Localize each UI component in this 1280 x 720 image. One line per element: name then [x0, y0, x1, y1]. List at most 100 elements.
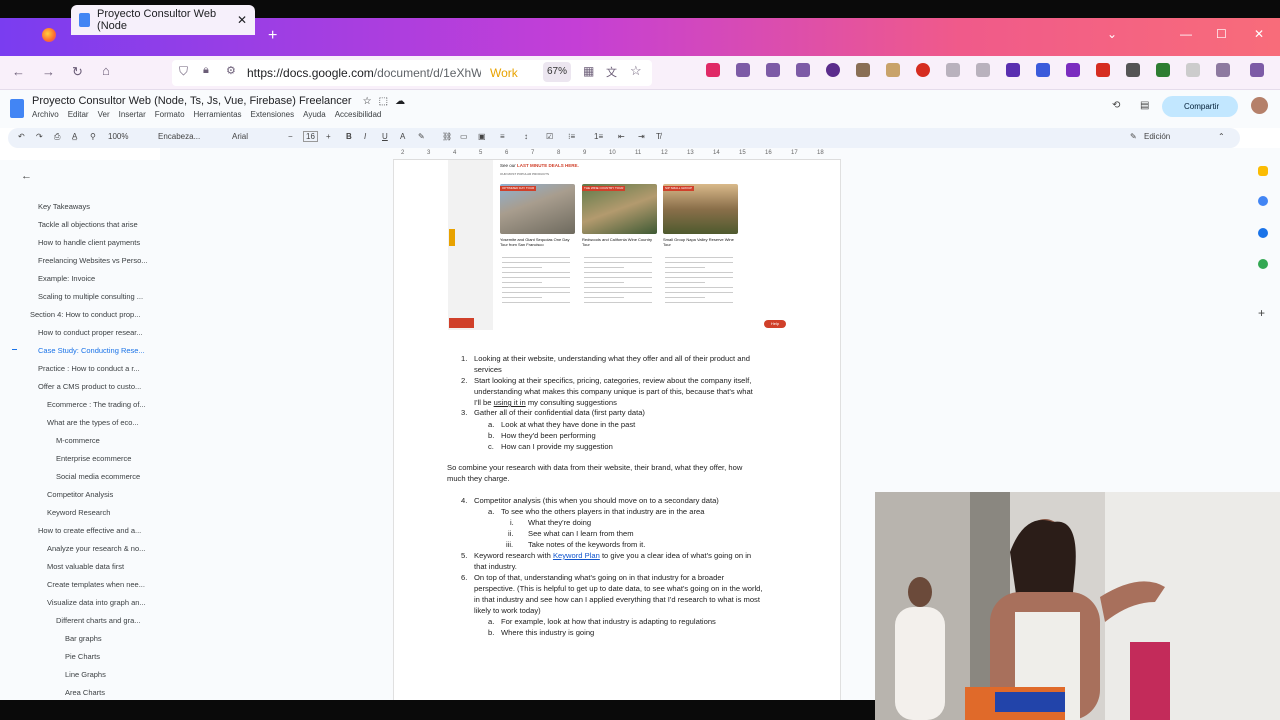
- outline-item[interactable]: Example: Invoice: [38, 274, 158, 283]
- lock-icon[interactable]: 🔒︎: [203, 64, 209, 77]
- menu-ayuda[interactable]: Ayuda: [303, 110, 326, 119]
- zoom-level[interactable]: 67%: [543, 62, 571, 82]
- italic-icon[interactable]: I: [364, 132, 366, 141]
- outline-item[interactable]: Line Graphs: [65, 670, 158, 679]
- line-spacing-icon[interactable]: ↕: [524, 132, 528, 141]
- outline-item[interactable]: Most valuable data first: [47, 562, 158, 571]
- minimize-icon[interactable]: —: [1180, 27, 1192, 41]
- increase-indent-icon[interactable]: ⇥: [638, 132, 645, 141]
- collapse-toolbar-icon[interactable]: ⌃: [1218, 132, 1225, 141]
- highlight-icon[interactable]: ✎: [418, 132, 425, 141]
- sidebar-icon[interactable]: [796, 63, 810, 77]
- menu-formato[interactable]: Formato: [155, 110, 185, 119]
- outline-item[interactable]: Key Takeaways: [38, 202, 158, 211]
- home-icon[interactable]: ⌂: [102, 63, 110, 78]
- font-select[interactable]: Arial: [232, 132, 248, 141]
- menu-insertar[interactable]: Insertar: [119, 110, 146, 119]
- outline-item[interactable]: Case Study: Conducting Rese...: [38, 346, 158, 355]
- star-icon[interactable]: ☆: [363, 96, 372, 107]
- extension-screenshot-icon[interactable]: [856, 63, 870, 77]
- clear-format-icon[interactable]: T̸: [656, 132, 661, 141]
- checklist-icon[interactable]: ☑: [546, 132, 553, 141]
- translate-icon[interactable]: 文: [606, 64, 617, 80]
- decrease-indent-icon[interactable]: ⇤: [618, 132, 625, 141]
- outline-item[interactable]: Competitor Analysis: [47, 490, 158, 499]
- extensions-icon[interactable]: [1216, 63, 1230, 77]
- bullet-list-icon[interactable]: ⁝≡: [568, 132, 575, 141]
- image-icon[interactable]: ▣: [478, 132, 486, 141]
- firefox-icon[interactable]: [42, 28, 56, 42]
- outline-item[interactable]: Analyze your research & no...: [47, 544, 158, 553]
- reload-icon[interactable]: ↻: [72, 64, 83, 80]
- style-select[interactable]: Encabeza...: [158, 132, 200, 141]
- menu-archivo[interactable]: Archivo: [32, 110, 59, 119]
- shield-icon[interactable]: ⛉: [179, 64, 188, 79]
- outline-item[interactable]: Freelancing Websites vs Perso...: [38, 256, 158, 265]
- tasks-icon[interactable]: [1258, 196, 1268, 206]
- underline-icon[interactable]: U: [382, 132, 388, 141]
- outline-item[interactable]: How to handle client payments: [38, 238, 158, 247]
- browser-tab-active[interactable]: Proyecto Consultor Web (Node ✕: [71, 5, 255, 35]
- outline-item[interactable]: Enterprise ecommerce: [56, 454, 158, 463]
- extension-puzzle-icon[interactable]: [946, 63, 960, 77]
- print-icon[interactable]: ⎙: [54, 132, 60, 142]
- extension-green-icon[interactable]: [1156, 63, 1170, 77]
- app-menu-icon[interactable]: [1250, 63, 1264, 77]
- ruler[interactable]: 2 3 4 5 6 7 8 9 10 11 12 13 14 15 16 17 18: [393, 150, 841, 160]
- extension-gray-icon[interactable]: [1186, 63, 1200, 77]
- font-size-input[interactable]: 16: [303, 131, 318, 142]
- numbered-list-icon[interactable]: 1≡: [594, 132, 603, 141]
- back-icon[interactable]: ←: [12, 64, 25, 79]
- extension-box-icon[interactable]: [886, 63, 900, 77]
- extension-grid-icon[interactable]: [1006, 63, 1020, 77]
- keyword-plan-link[interactable]: Keyword Plan: [553, 551, 600, 560]
- extension-off-icon[interactable]: [1126, 63, 1140, 77]
- outline-item[interactable]: How to conduct proper resear...: [38, 328, 158, 337]
- add-addon-icon[interactable]: +: [1258, 307, 1265, 319]
- outline-item[interactable]: Social media ecommerce: [56, 472, 158, 481]
- font-size-increase-icon[interactable]: +: [326, 132, 331, 141]
- pocket-icon[interactable]: [706, 63, 720, 77]
- outline-item[interactable]: Ecommerce : The trading of...: [47, 400, 158, 409]
- undo-icon[interactable]: ↶: [18, 132, 25, 141]
- menu-accesibilidad[interactable]: Accesibilidad: [335, 110, 382, 119]
- align-icon[interactable]: ≡: [500, 132, 505, 141]
- downloads-icon[interactable]: [736, 63, 750, 77]
- extension-translate-icon[interactable]: [1036, 63, 1050, 77]
- docs-logo-icon[interactable]: [10, 99, 24, 118]
- text-color-icon[interactable]: A: [400, 132, 405, 141]
- outline-item[interactable]: Create templates when nee...: [47, 580, 158, 589]
- comments-icon[interactable]: ▤: [1140, 100, 1149, 111]
- maximize-icon[interactable]: ☐: [1216, 27, 1227, 41]
- comment-icon[interactable]: ▭: [460, 132, 468, 141]
- outline-item[interactable]: Practice : How to conduct a r...: [38, 364, 158, 373]
- new-tab-icon[interactable]: +: [268, 27, 277, 45]
- paint-format-icon[interactable]: ⚲: [90, 132, 96, 141]
- extension-e-icon[interactable]: [826, 63, 840, 77]
- outline-item[interactable]: What are the types of eco...: [47, 418, 158, 427]
- font-size-decrease-icon[interactable]: −: [288, 132, 293, 141]
- zoom-select[interactable]: 100%: [108, 132, 128, 141]
- outline-item[interactable]: Keyword Research: [47, 508, 158, 517]
- outline-item[interactable]: Offer a CMS product to custo...: [38, 382, 158, 391]
- bold-icon[interactable]: B: [346, 132, 352, 141]
- link-icon[interactable]: ⛓: [442, 132, 452, 141]
- menu-herramientas[interactable]: Herramientas: [194, 110, 242, 119]
- maps-icon[interactable]: [1258, 259, 1268, 269]
- extension-purple-icon[interactable]: [1066, 63, 1080, 77]
- keep-icon[interactable]: [1258, 166, 1268, 176]
- share-button[interactable]: Compartir: [1162, 96, 1238, 117]
- redo-icon[interactable]: ↷: [36, 132, 43, 141]
- outline-item[interactable]: Scaling to multiple consulting ...: [38, 292, 158, 301]
- outline-item[interactable]: Area Charts: [65, 688, 158, 697]
- edit-mode-select[interactable]: Edición: [1144, 132, 1170, 141]
- outline-item[interactable]: Pie Charts: [65, 652, 158, 661]
- url-text[interactable]: https://docs.google.com/document/d/1eXhW: [247, 66, 481, 80]
- outline-item[interactable]: How to create effective and a...: [38, 526, 158, 535]
- outline-back-icon[interactable]: ←: [21, 170, 32, 182]
- extension-new-icon[interactable]: [1096, 63, 1110, 77]
- edit-mode-icon[interactable]: ✎: [1130, 132, 1137, 141]
- forward-icon[interactable]: →: [42, 64, 55, 79]
- avatar[interactable]: [1251, 97, 1268, 114]
- move-icon[interactable]: ⬚: [379, 96, 388, 107]
